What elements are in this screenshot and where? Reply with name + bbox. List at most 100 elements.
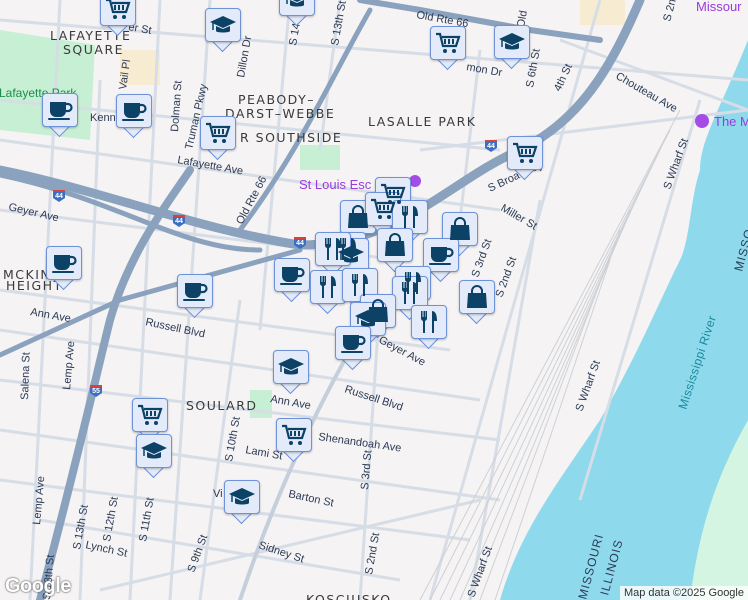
neighborhood-label: SOULARD bbox=[186, 398, 258, 413]
coffee-cup-icon bbox=[339, 329, 367, 357]
map-marker-cart[interactable] bbox=[276, 418, 312, 463]
marker-box bbox=[276, 418, 312, 452]
svg-text:S 12th St: S 12th St bbox=[101, 496, 121, 543]
svg-text:S 2nd St: S 2nd St bbox=[363, 532, 382, 576]
fork-knife-icon bbox=[396, 203, 424, 231]
graduation-cap-icon bbox=[277, 353, 305, 381]
commercial-area bbox=[580, 0, 625, 25]
svg-text:Vi: Vi bbox=[213, 488, 223, 500]
poi-label[interactable]: St Louis Esc bbox=[299, 177, 372, 192]
coffee-cup-icon bbox=[427, 241, 455, 269]
graduation-cap-icon bbox=[140, 437, 168, 465]
map-marker-food[interactable] bbox=[310, 270, 346, 315]
fork-knife-icon bbox=[314, 273, 342, 301]
svg-text:4th St: 4th St bbox=[552, 62, 575, 93]
map-marker-grad[interactable] bbox=[279, 0, 315, 27]
map-marker-bag[interactable] bbox=[459, 280, 495, 325]
map-marker-grad[interactable] bbox=[273, 350, 309, 395]
marker-box bbox=[335, 326, 371, 360]
map-marker-coffee[interactable] bbox=[177, 274, 213, 319]
marker-box bbox=[459, 280, 495, 314]
marker-box bbox=[136, 434, 172, 468]
marker-box bbox=[315, 232, 351, 266]
map-marker-coffee[interactable] bbox=[274, 258, 310, 303]
svg-text:Shenandoah Ave: Shenandoah Ave bbox=[318, 431, 402, 455]
shopping-cart-icon bbox=[369, 195, 397, 223]
svg-text:Barton St: Barton St bbox=[287, 488, 334, 509]
camera-pin-icon[interactable] bbox=[695, 114, 709, 128]
marker-box bbox=[392, 200, 428, 234]
neighborhood-label: LASALLE PARK bbox=[368, 114, 477, 129]
coffee-cup-icon bbox=[278, 261, 306, 289]
svg-text:Miller St: Miller St bbox=[499, 202, 539, 232]
neighborhood-label: DARST–WEBBE bbox=[225, 106, 335, 121]
coffee-cup-icon bbox=[120, 97, 148, 125]
shopping-bag-icon bbox=[344, 203, 372, 231]
shopping-cart-icon bbox=[280, 421, 308, 449]
map-marker-grad[interactable] bbox=[205, 8, 241, 53]
marker-box bbox=[42, 93, 78, 127]
fork-knife-icon bbox=[319, 235, 347, 263]
map-marker-coffee[interactable] bbox=[335, 326, 371, 371]
marker-box bbox=[310, 270, 346, 304]
svg-text:Kenn: Kenn bbox=[90, 112, 116, 124]
graduation-cap-icon bbox=[283, 0, 311, 13]
marker-box bbox=[274, 258, 310, 292]
map-marker-cart[interactable] bbox=[507, 136, 543, 181]
shopping-cart-icon bbox=[204, 119, 232, 147]
map-marker-cart[interactable] bbox=[100, 0, 136, 37]
marker-box bbox=[224, 480, 260, 514]
shopping-cart-icon bbox=[511, 139, 539, 167]
marker-box bbox=[494, 25, 530, 59]
marker-box bbox=[205, 8, 241, 42]
marker-box bbox=[430, 26, 466, 60]
svg-text:S 2nd St: S 2nd St bbox=[494, 255, 520, 299]
marker-box bbox=[46, 246, 82, 280]
svg-text:S 10th St: S 10th St bbox=[223, 416, 243, 463]
svg-text:Ann Ave: Ann Ave bbox=[29, 306, 71, 325]
graduation-cap-icon bbox=[209, 11, 237, 39]
shopping-cart-icon bbox=[434, 29, 462, 57]
svg-text:Chouteau Ave: Chouteau Ave bbox=[614, 70, 680, 115]
marker-box bbox=[200, 116, 236, 150]
map-attribution[interactable]: Map data ©2025 Google bbox=[619, 586, 748, 600]
neighborhood-label: SQUARE bbox=[63, 42, 124, 57]
poi-label[interactable]: The M bbox=[714, 114, 748, 129]
svg-text:Dolman St: Dolman St bbox=[169, 80, 185, 132]
graduation-cap-icon bbox=[498, 28, 526, 56]
svg-text:S Wharf St: S Wharf St bbox=[574, 359, 603, 413]
svg-text:Ann Ave: Ann Ave bbox=[269, 393, 311, 412]
map-marker-bag[interactable] bbox=[377, 228, 413, 273]
svg-text:S 3rd St: S 3rd St bbox=[359, 450, 374, 491]
marker-box bbox=[411, 305, 447, 339]
coffee-cup-icon bbox=[50, 249, 78, 277]
map-marker-coffee[interactable] bbox=[46, 246, 82, 291]
shopping-bag-icon bbox=[381, 231, 409, 259]
svg-text:S 13th St: S 13th St bbox=[329, 0, 349, 47]
marker-box bbox=[100, 0, 136, 26]
google-logo[interactable]: Google bbox=[5, 575, 71, 598]
graduation-cap-icon bbox=[228, 483, 256, 511]
map-marker-grad[interactable] bbox=[136, 434, 172, 479]
map-marker-food[interactable] bbox=[411, 305, 447, 350]
neighborhood-label: KOSCIUSKO bbox=[306, 592, 392, 600]
map-marker-coffee[interactable] bbox=[116, 94, 152, 139]
fork-knife-icon bbox=[346, 271, 374, 299]
neighborhood-label: PEABODY– bbox=[238, 92, 315, 107]
shopping-bag-icon bbox=[446, 215, 474, 243]
poi-label[interactable]: Missour bbox=[696, 0, 742, 14]
map-marker-grad[interactable] bbox=[494, 25, 530, 70]
fork-knife-icon bbox=[415, 308, 443, 336]
shopping-bag-icon bbox=[463, 283, 491, 311]
i44-shield: 44 bbox=[175, 218, 183, 225]
coffee-cup-icon bbox=[46, 96, 74, 124]
map-marker-coffee[interactable] bbox=[42, 93, 78, 138]
map-marker-cart[interactable] bbox=[200, 116, 236, 161]
marker-box bbox=[116, 94, 152, 128]
i44-shield: 44 bbox=[296, 240, 304, 247]
marker-box bbox=[132, 398, 168, 432]
map-marker-cart[interactable] bbox=[430, 26, 466, 71]
marker-box bbox=[423, 238, 459, 272]
map-marker-grad[interactable] bbox=[224, 480, 260, 525]
svg-text:Salena St: Salena St bbox=[19, 352, 33, 400]
